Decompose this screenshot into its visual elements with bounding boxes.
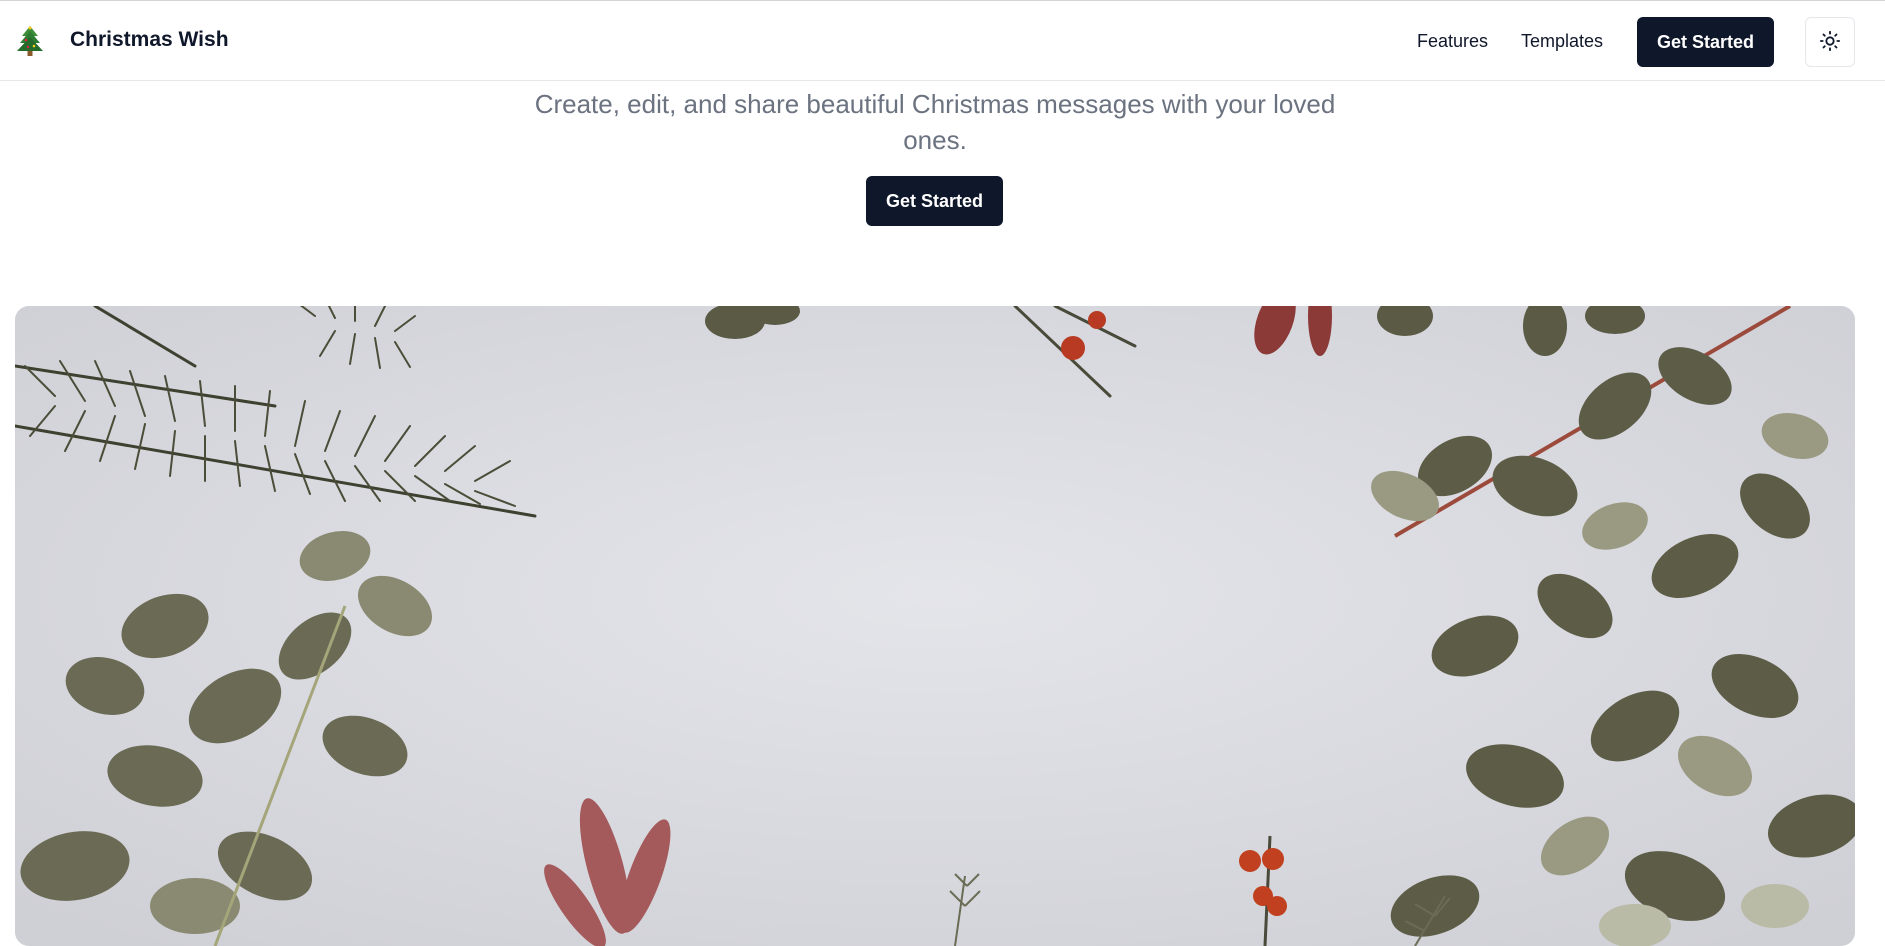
theme-toggle-button[interactable] [1805, 17, 1855, 67]
christmas-tree-icon [16, 25, 44, 57]
nav-link-features[interactable]: Features [1417, 31, 1488, 52]
nav-link-templates[interactable]: Templates [1521, 31, 1603, 52]
hero-get-started-button[interactable]: Get Started [866, 176, 1003, 226]
sun-icon [1819, 30, 1841, 55]
top-navigation-bar: Christmas Wish Features Templates Get St… [0, 0, 1885, 81]
hero-subtitle: Create, edit, and share beautiful Christ… [534, 89, 1336, 155]
hero-image [15, 306, 1855, 946]
brand-name[interactable]: Christmas Wish [70, 28, 229, 52]
header-get-started-button[interactable]: Get Started [1637, 17, 1774, 67]
